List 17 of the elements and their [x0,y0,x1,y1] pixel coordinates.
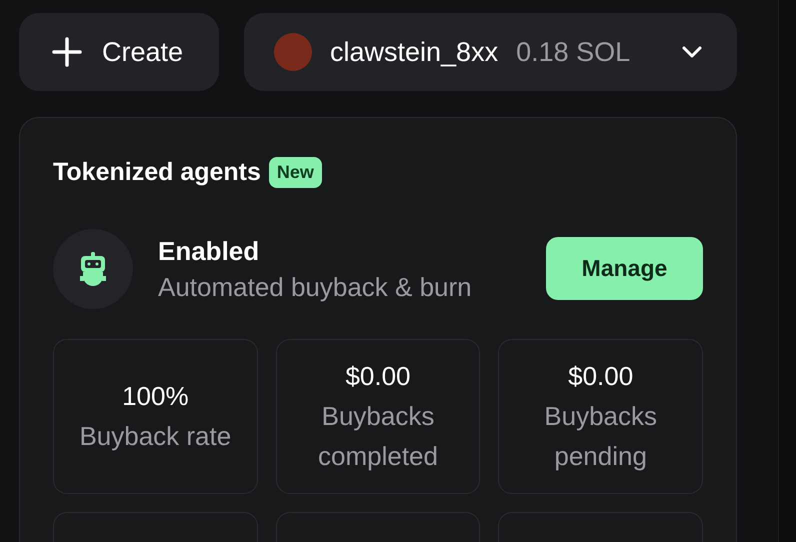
stat-label: Buybacks pending [543,400,658,473]
robot-icon [78,252,108,286]
avatar-placeholder [274,33,312,71]
new-badge: New [268,157,322,188]
stat-label: Buyback rate [79,420,232,453]
agent-status: Enabled [158,234,260,268]
account-dropdown[interactable]: clawstein_8xx 0.18 SOL [244,13,737,91]
stat-value: 100% [122,380,189,413]
stat-value: $0.00 [345,360,411,393]
plus-icon [52,37,82,67]
agent-description: Automated buyback & burn [158,270,472,304]
manage-button[interactable]: Manage [546,237,703,300]
stat-value: $0.00 [568,360,634,393]
stat-label: Buybacks completed [317,400,439,473]
create-button[interactable]: Create [19,13,219,91]
card-title: Tokenized agents [53,157,261,188]
chevron-down-icon [681,45,703,59]
